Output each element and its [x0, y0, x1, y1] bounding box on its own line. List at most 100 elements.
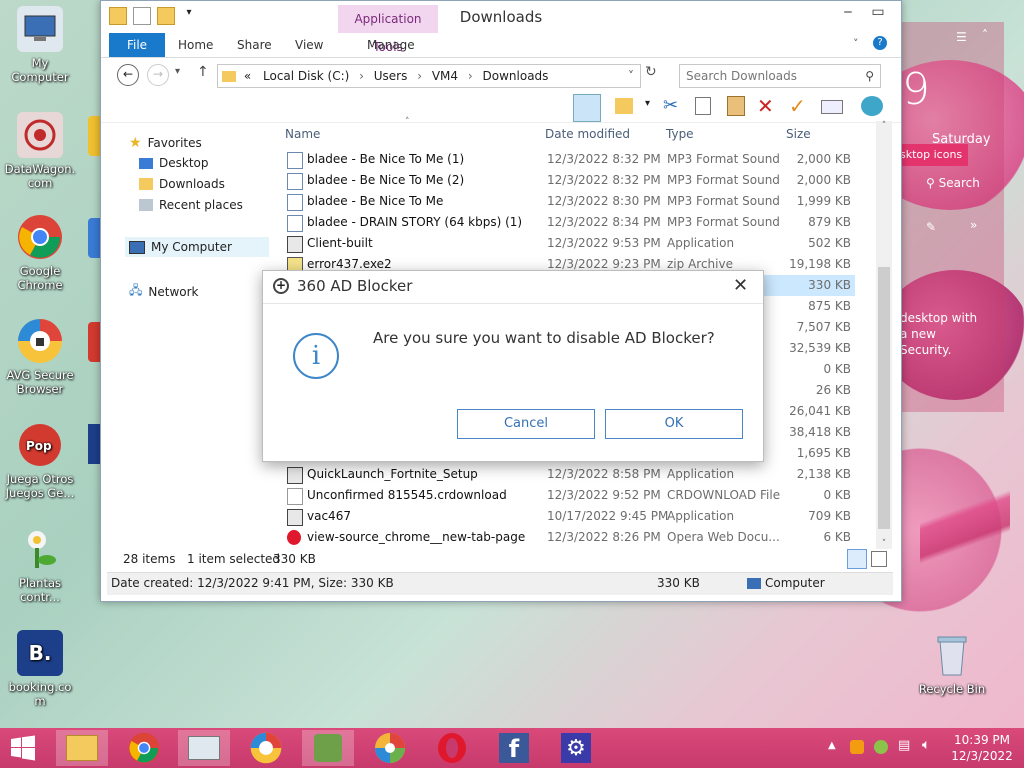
nav-favorites[interactable]: ★ Favorites [129, 135, 202, 151]
file-name: Client-built [307, 236, 373, 250]
taskbar-settings[interactable]: ⚙ [550, 730, 602, 766]
plantas-icon[interactable]: Plantas contr... [0, 526, 80, 604]
ad-blocker-dialog[interactable]: + 360 AD Blocker ✕ i Are you sure you wa… [262, 270, 764, 462]
breadcrumb-item[interactable]: Local Disk (C:) [263, 69, 349, 83]
file-row[interactable]: bladee - DRAIN STORY (64 kbps) (1) 12/3/2… [285, 212, 855, 233]
menu-icon[interactable]: ☰ [956, 30, 967, 44]
folder-options-icon[interactable] [615, 98, 633, 114]
taskbar-opera[interactable] [426, 730, 478, 766]
booking-icon[interactable]: B. booking.co m [0, 630, 80, 708]
file-name: error437.exe2 [307, 257, 392, 271]
search-input[interactable]: Search Downloads ⚲ [679, 64, 881, 88]
check-icon[interactable]: ✓ [789, 94, 806, 118]
delete-icon[interactable]: ✕ [757, 94, 774, 118]
tray-app-icon[interactable] [874, 740, 888, 754]
file-row[interactable]: bladee - Be Nice To Me (1) 12/3/2022 8:32… [285, 149, 855, 170]
back-button[interactable]: ← [117, 64, 139, 86]
taskbar-chrome[interactable] [118, 730, 170, 766]
tray-expand-icon[interactable]: ▲ [828, 740, 836, 751]
file-row[interactable]: Client-built 12/3/2022 9:53 PM Application… [285, 233, 855, 254]
volume-icon[interactable]: 🔈︎ [922, 737, 930, 753]
clock[interactable]: 10:39 PM 12/3/2022 [950, 732, 1014, 764]
taskbar-360-browser[interactable] [364, 730, 416, 766]
scroll-up-icon[interactable]: ˄ [876, 121, 892, 131]
tab-share[interactable]: Share [237, 33, 272, 57]
file-row[interactable]: Unconfirmed 815545.crdownload 12/3/2022 9… [285, 485, 855, 506]
taskbar-facebook[interactable]: f [488, 730, 540, 766]
taskbar-performance-monitor[interactable] [178, 730, 230, 766]
file-row[interactable]: QuickLaunch_Fortnite_Setup 12/3/2022 8:58… [285, 464, 855, 485]
chevron-up-icon[interactable]: ˄ [982, 28, 988, 42]
breadcrumb-item[interactable]: Users [374, 69, 408, 83]
preview-pane-icon[interactable] [573, 94, 601, 122]
up-button[interactable]: ↑ [197, 64, 209, 80]
vertical-scrollbar[interactable]: ˄ ˅ [876, 121, 892, 549]
file-row[interactable]: bladee - Be Nice To Me 12/3/2022 8:30 PM M… [285, 191, 855, 212]
tab-manage[interactable]: Manage [367, 33, 415, 57]
nav-recent-places[interactable]: Recent places [139, 198, 243, 212]
tab-file[interactable]: File [109, 33, 165, 57]
file-date: 12/3/2022 8:32 PM [547, 173, 661, 187]
note-icon[interactable]: ✎ [926, 220, 936, 234]
dialog-title-bar[interactable]: + 360 AD Blocker ✕ [263, 271, 763, 304]
taskbar-avg-browser[interactable] [240, 730, 292, 766]
large-icons-view-icon[interactable] [871, 551, 887, 567]
file-type: zip Archive [667, 257, 733, 271]
cancel-button[interactable]: Cancel [457, 409, 595, 439]
file-row[interactable]: bladee - Be Nice To Me (2) 12/3/2022 8:32… [285, 170, 855, 191]
nav-desktop[interactable]: Desktop [139, 156, 209, 170]
dropdown-icon[interactable]: ▾ [645, 98, 650, 109]
column-date-modified[interactable]: Date modified [545, 127, 630, 141]
scroll-thumb[interactable] [878, 267, 890, 529]
nav-downloads[interactable]: Downloads [139, 177, 225, 191]
breadcrumb-item[interactable]: Downloads [483, 69, 549, 83]
rename-icon[interactable] [821, 100, 843, 114]
copy-icon[interactable] [695, 97, 711, 115]
app-file-icon [287, 236, 303, 253]
widget-search[interactable]: ⚲ Search [926, 176, 980, 190]
column-name[interactable]: Name [285, 127, 320, 141]
help-icon[interactable]: ? [873, 36, 887, 50]
file-row[interactable]: view-source_chrome__new-tab-page 12/3/202… [285, 527, 855, 548]
popcap-games-icon[interactable]: Pop Juega Otros Juegos Ge... [0, 422, 80, 500]
desktop-icons-button[interactable]: sktop icons [900, 144, 968, 166]
double-chevron-icon[interactable]: » [970, 218, 977, 232]
my-computer-icon[interactable]: My Computer [0, 6, 80, 84]
recent-locations-icon[interactable]: ▾ [175, 66, 180, 77]
maximize-button[interactable]: ▭ [863, 1, 893, 25]
start-button[interactable] [0, 730, 46, 766]
tray-app-icon[interactable] [850, 740, 864, 754]
minimize-button[interactable]: ‒ [833, 1, 863, 25]
taskbar-plants-game[interactable] [302, 730, 354, 766]
nav-my-computer[interactable]: My Computer [125, 237, 269, 257]
tab-view[interactable]: View [295, 33, 323, 57]
tab-home[interactable]: Home [178, 33, 213, 57]
paste-icon[interactable] [727, 96, 745, 116]
network-icon: 🖧 [129, 283, 143, 297]
ribbon-expand-icon[interactable]: ˅ [853, 37, 859, 50]
ok-button[interactable]: OK [605, 409, 743, 439]
forward-button[interactable]: → [147, 64, 169, 86]
taskbar-file-explorer[interactable] [56, 730, 108, 766]
scroll-down-icon[interactable]: ˅ [876, 539, 892, 549]
nav-network[interactable]: 🖧 Network [129, 281, 199, 302]
column-size[interactable]: Size [786, 127, 811, 141]
breadcrumb-overflow[interactable]: « [244, 69, 251, 83]
recycle-bin-icon[interactable]: Recycle Bin [912, 632, 992, 696]
column-type[interactable]: Type [666, 127, 694, 141]
address-bar[interactable]: « Local Disk (C:) › Users › VM4 › Downlo… [217, 64, 641, 88]
file-size: 0 KB [823, 362, 851, 376]
address-dropdown-icon[interactable]: ˅ [628, 65, 634, 87]
cut-icon[interactable]: ✂ [663, 95, 678, 116]
refresh-button[interactable]: ↻ [645, 64, 657, 80]
globe-icon[interactable] [861, 96, 883, 116]
network-tray-icon[interactable]: ▤ [898, 738, 910, 753]
title-bar[interactable]: ▾ Application Tools Downloads ‒ ▭ [101, 1, 901, 54]
breadcrumb-item[interactable]: VM4 [432, 69, 458, 83]
close-icon[interactable]: ✕ [733, 275, 748, 296]
datawagon-icon[interactable]: DataWagon. com [0, 112, 80, 190]
google-chrome-icon[interactable]: Google Chrome [0, 214, 80, 292]
details-view-icon[interactable] [847, 549, 867, 569]
avg-secure-browser-icon[interactable]: AVG Secure Browser [0, 318, 80, 396]
file-row[interactable]: vac467 10/17/2022 9:45 PM Application 709 K… [285, 506, 855, 527]
